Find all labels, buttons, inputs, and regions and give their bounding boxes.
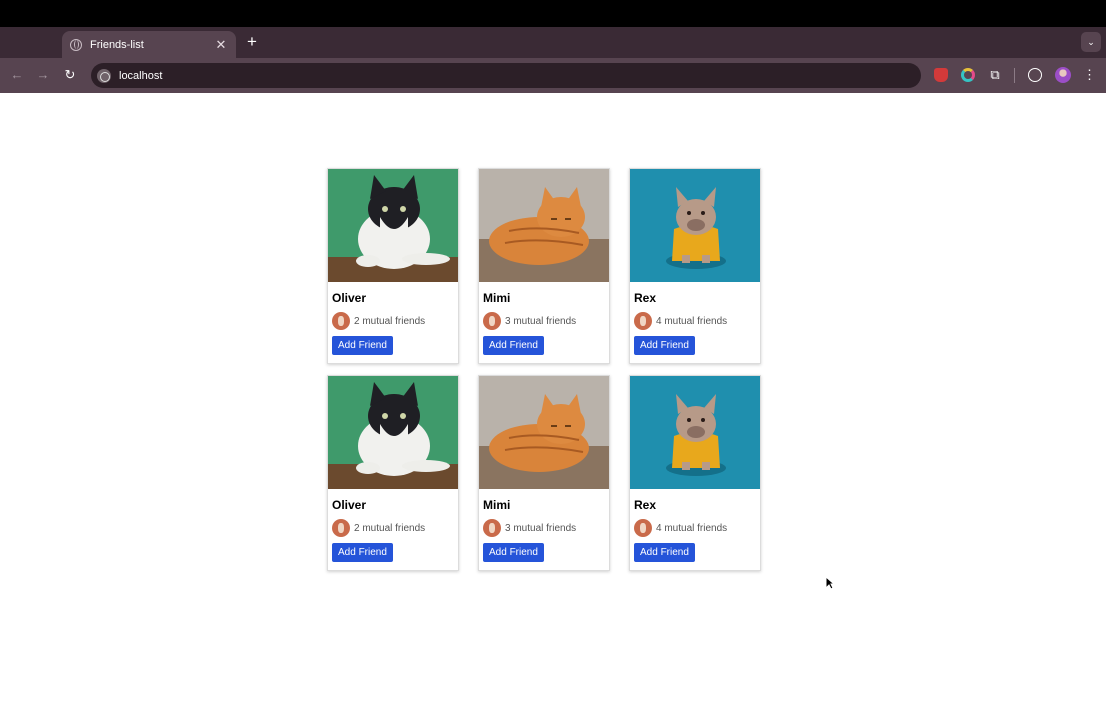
tab-strip: Friends-list ✕ + ⌄ bbox=[0, 27, 1106, 58]
back-button[interactable]: ← bbox=[9, 67, 25, 83]
tab-title: Friends-list bbox=[90, 38, 144, 51]
mutual-friends-row: 3 mutual friends bbox=[483, 519, 605, 537]
reload-button[interactable]: ↻ bbox=[62, 67, 78, 83]
friend-name: Rex bbox=[634, 291, 657, 305]
close-tab-icon[interactable]: ✕ bbox=[214, 37, 228, 53]
tuxedo-cat-photo bbox=[328, 169, 458, 282]
forward-button[interactable]: → bbox=[35, 67, 51, 83]
mouse-cursor-icon bbox=[825, 576, 835, 590]
friends-grid: Oliver 2 mutual friends Add Friend Mimi … bbox=[327, 168, 761, 571]
add-friend-button[interactable]: Add Friend bbox=[634, 543, 695, 562]
add-friend-button[interactable]: Add Friend bbox=[634, 336, 695, 355]
friend-card: Mimi 3 mutual friends Add Friend bbox=[478, 375, 610, 571]
browser-menu-icon[interactable]: ⋮ bbox=[1083, 67, 1096, 83]
mutual-friends-row: 2 mutual friends bbox=[332, 312, 454, 330]
globe-icon bbox=[70, 38, 82, 51]
friend-card: Rex 4 mutual friends Add Friend bbox=[629, 168, 761, 364]
mutual-friends-row: 4 mutual friends bbox=[634, 312, 756, 330]
mutual-friends-count: 3 mutual friends bbox=[505, 315, 577, 327]
friend-card: Rex 4 mutual friends Add Friend bbox=[629, 375, 761, 571]
friend-card: Oliver 2 mutual friends Add Friend bbox=[327, 375, 459, 571]
friend-card: Oliver 2 mutual friends Add Friend bbox=[327, 168, 459, 364]
mutual-friend-avatar bbox=[332, 519, 350, 537]
profile-avatar[interactable] bbox=[1055, 67, 1071, 83]
extensions-puzzle-icon[interactable]: ⧉ bbox=[988, 68, 1002, 82]
mutual-friend-avatar bbox=[483, 312, 501, 330]
page-content: Oliver 2 mutual friends Add Friend Mimi … bbox=[0, 93, 1106, 720]
orange-tabby-cat-photo bbox=[479, 376, 609, 489]
mutual-friends-row: 3 mutual friends bbox=[483, 312, 605, 330]
friend-name: Oliver bbox=[332, 291, 367, 305]
add-friend-button[interactable]: Add Friend bbox=[332, 543, 393, 562]
mutual-friends-count: 3 mutual friends bbox=[505, 522, 577, 534]
friend-name: Mimi bbox=[483, 498, 511, 512]
tab-search-button[interactable]: ⌄ bbox=[1081, 32, 1101, 52]
mutual-friends-count: 4 mutual friends bbox=[656, 522, 728, 534]
mutual-friends-row: 2 mutual friends bbox=[332, 519, 454, 537]
friend-name: Mimi bbox=[483, 291, 511, 305]
toolbar-divider bbox=[1014, 68, 1015, 83]
mutual-friend-avatar bbox=[634, 312, 652, 330]
mutual-friend-avatar bbox=[483, 519, 501, 537]
browser-toolbar: ← → ↻ localhost ⧉ ⋮ bbox=[0, 58, 1106, 93]
mutual-friend-avatar bbox=[332, 312, 350, 330]
new-tab-button[interactable]: + bbox=[244, 32, 260, 52]
mutual-friends-count: 2 mutual friends bbox=[354, 522, 426, 534]
friend-card: Mimi 3 mutual friends Add Friend bbox=[478, 168, 610, 364]
add-friend-button[interactable]: Add Friend bbox=[483, 336, 544, 355]
add-friend-button[interactable]: Add Friend bbox=[332, 336, 393, 355]
french-bulldog-photo bbox=[630, 169, 760, 282]
orange-tabby-cat-photo bbox=[479, 169, 609, 282]
screen-top-band bbox=[0, 0, 1106, 27]
french-bulldog-photo bbox=[630, 376, 760, 489]
address-bar[interactable]: localhost bbox=[91, 63, 921, 88]
friend-name: Oliver bbox=[332, 498, 367, 512]
extension-ring-icon[interactable] bbox=[961, 68, 975, 82]
url-text[interactable]: localhost bbox=[119, 70, 162, 82]
mutual-friends-count: 4 mutual friends bbox=[656, 315, 728, 327]
mutual-friend-avatar bbox=[634, 519, 652, 537]
extension-red-icon[interactable] bbox=[934, 68, 948, 82]
performance-icon[interactable] bbox=[1028, 68, 1042, 82]
add-friend-button[interactable]: Add Friend bbox=[483, 543, 544, 562]
tuxedo-cat-photo bbox=[328, 376, 458, 489]
mutual-friends-row: 4 mutual friends bbox=[634, 519, 756, 537]
friend-name: Rex bbox=[634, 498, 657, 512]
site-info-icon[interactable] bbox=[97, 68, 111, 83]
browser-tab[interactable]: Friends-list ✕ bbox=[62, 31, 236, 58]
mutual-friends-count: 2 mutual friends bbox=[354, 315, 426, 327]
